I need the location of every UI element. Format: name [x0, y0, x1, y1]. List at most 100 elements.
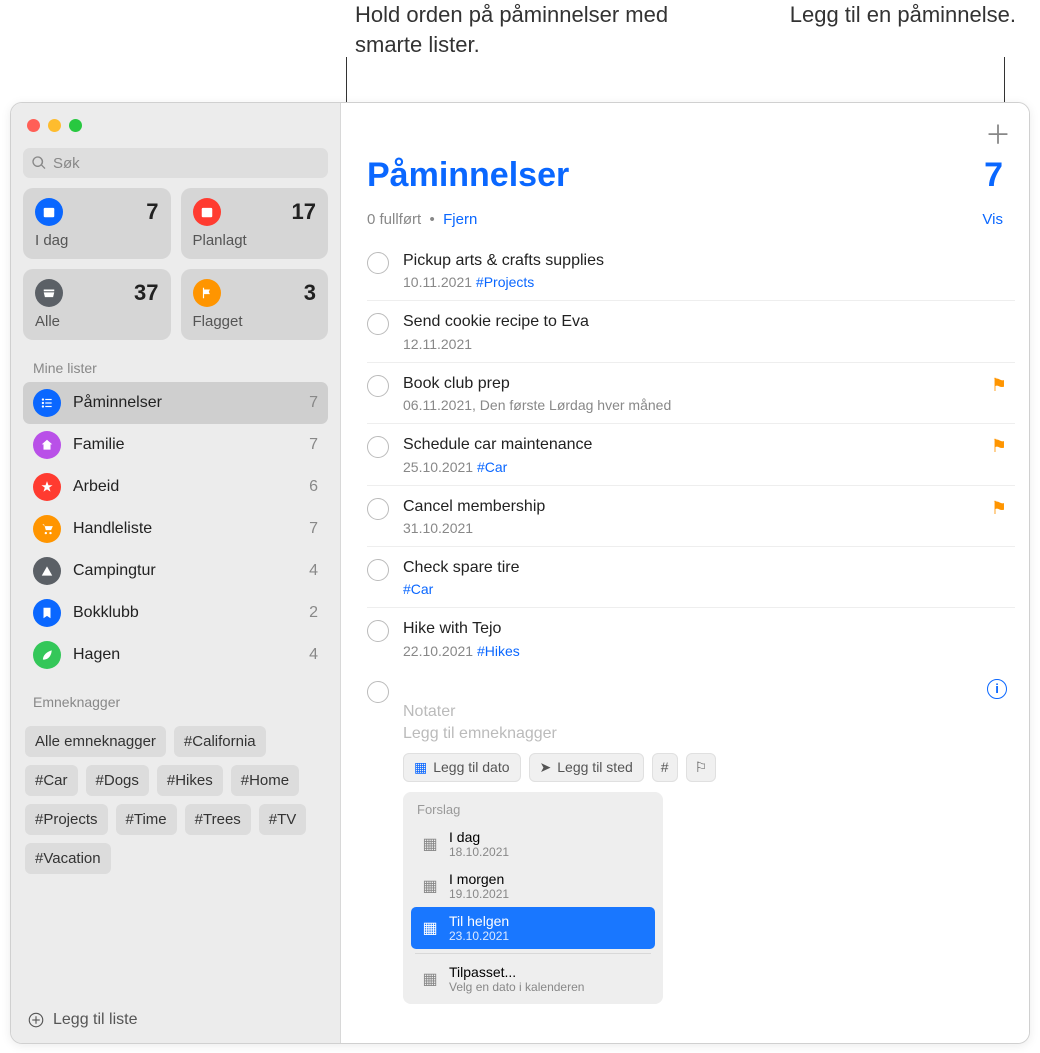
reminder-row[interactable]: Check spare tire #Car — [367, 547, 1015, 608]
list-name: Familie — [73, 436, 309, 454]
smart-card-count: 37 — [134, 280, 158, 306]
flag-outline-icon: ⚐ — [695, 759, 708, 776]
list-count: 7 — [984, 156, 1003, 195]
smart-lists-grid: 7 I dag 17 Planlagt 37 Alle 3 Flagget — [11, 188, 340, 354]
smart-card-flagged[interactable]: 3 Flagget — [181, 269, 329, 340]
zoom-window-button[interactable] — [69, 119, 82, 132]
completion-circle[interactable] — [367, 620, 389, 642]
list-count: 2 — [309, 604, 318, 622]
list-name: Påminnelser — [73, 394, 309, 412]
sidebar-list-item[interactable]: Hagen 4 — [23, 634, 328, 676]
completion-circle[interactable] — [367, 375, 389, 397]
reminder-title: Book club prep — [403, 373, 991, 395]
reminder-tag[interactable]: #Projects — [476, 274, 534, 290]
list-title: Påminnelser — [367, 156, 569, 195]
tag-chip[interactable]: #Car — [25, 765, 78, 796]
smart-card-label: Planlagt — [193, 232, 317, 249]
home-icon — [33, 431, 61, 459]
sidebar-list-item[interactable]: Campingtur 4 — [23, 550, 328, 592]
tags-placeholder[interactable]: Legg til emneknagger — [403, 725, 1015, 743]
suggestion-title: Til helgen — [449, 913, 509, 929]
reminder-date: 12.11.2021 — [403, 336, 472, 352]
reminder-title: Schedule car maintenance — [403, 434, 991, 456]
suggestions-header: Forslag — [407, 800, 659, 823]
completion-circle[interactable] — [367, 436, 389, 458]
tag-chip[interactable]: #Home — [231, 765, 299, 796]
search-input[interactable]: Søk — [23, 148, 328, 178]
flagged-icon — [193, 279, 221, 307]
tag-chip[interactable]: #Dogs — [86, 765, 149, 796]
sidebar-list-item[interactable]: Arbeid 6 — [23, 466, 328, 508]
suggestion-item[interactable]: ▦ I morgen 19.10.2021 — [411, 865, 655, 907]
tag-chip[interactable]: #TV — [259, 804, 307, 835]
tag-chip[interactable]: #Time — [116, 804, 177, 835]
cart-icon — [33, 515, 61, 543]
divider — [415, 953, 651, 954]
my-lists-header: Mine lister — [11, 354, 340, 382]
app-window: Søk 7 I dag 17 Planlagt 37 Alle 3 Flagge… — [10, 102, 1030, 1044]
close-window-button[interactable] — [27, 119, 40, 132]
reminder-row[interactable]: Send cookie recipe to Eva 12.11.2021 — [367, 301, 1015, 362]
tags-header: Emneknagger — [11, 688, 340, 716]
reminder-tag[interactable]: #Hikes — [477, 643, 520, 659]
suggestion-title: Tilpasset... — [449, 964, 584, 980]
reminder-tag[interactable]: #Car — [403, 581, 433, 597]
smart-card-count: 7 — [146, 199, 158, 225]
completed-count: 0 fullført — [367, 211, 421, 228]
quick-actions: ▦ Legg til dato ➤ Legg til sted # ⚐ — [403, 753, 1015, 782]
completion-circle[interactable] — [367, 559, 389, 581]
smart-card-today[interactable]: 7 I dag — [23, 188, 171, 259]
add-tag-button[interactable]: # — [652, 753, 678, 782]
location-icon: ➤ — [540, 759, 552, 776]
add-date-button[interactable]: ▦ Legg til dato — [403, 753, 521, 782]
tag-chip[interactable]: #Vacation — [25, 843, 111, 874]
suggestion-subtitle: 18.10.2021 — [449, 845, 509, 859]
suggestion-title: I morgen — [449, 871, 509, 887]
list-name: Arbeid — [73, 478, 309, 496]
smart-card-scheduled[interactable]: 17 Planlagt — [181, 188, 329, 259]
reminder-row[interactable]: Schedule car maintenance 25.10.2021 #Car… — [367, 424, 1015, 485]
add-flag-button[interactable]: ⚐ — [686, 753, 717, 782]
smart-card-label: Alle — [35, 313, 159, 330]
add-list-button[interactable]: Legg til liste — [11, 997, 340, 1043]
my-lists: Påminnelser 7 Familie 7 Arbeid 6 Handlel… — [11, 382, 340, 676]
add-location-button[interactable]: ➤ Legg til sted — [529, 753, 644, 782]
tag-chip[interactable]: #Hikes — [157, 765, 223, 796]
sidebar-list-item[interactable]: Familie 7 — [23, 424, 328, 466]
list-name: Bokklubb — [73, 604, 309, 622]
clear-completed-button[interactable]: Fjern — [443, 211, 477, 228]
completion-circle[interactable] — [367, 681, 389, 703]
sidebar-list-item[interactable]: Påminnelser 7 — [23, 382, 328, 424]
tag-chip[interactable]: #Trees — [185, 804, 251, 835]
add-reminder-button[interactable]: ＋ — [985, 115, 1011, 152]
list-count: 7 — [309, 436, 318, 454]
reminder-row[interactable]: Cancel membership 31.10.2021 ⚑ — [367, 486, 1015, 547]
today-icon — [35, 198, 63, 226]
show-completed-button[interactable]: Vis — [982, 211, 1003, 228]
search-placeholder: Søk — [53, 155, 80, 172]
completion-circle[interactable] — [367, 313, 389, 335]
tag-all[interactable]: Alle emneknagger — [25, 726, 166, 757]
reminder-row[interactable]: Hike with Tejo 22.10.2021 #Hikes — [367, 608, 1015, 668]
reminder-row[interactable]: Book club prep 06.11.2021, Den første Lø… — [367, 363, 1015, 424]
suggestion-item[interactable]: ▦ Til helgen 23.10.2021 — [411, 907, 655, 949]
tag-chip[interactable]: #California — [174, 726, 266, 757]
list-count: 7 — [309, 394, 318, 412]
calendar-icon: ▦ — [421, 919, 439, 937]
tag-chip[interactable]: #Projects — [25, 804, 108, 835]
notes-placeholder[interactable]: Notater — [403, 703, 1015, 721]
reminder-tag[interactable]: #Car — [477, 459, 507, 475]
sidebar-list-item[interactable]: Handleliste 7 — [23, 508, 328, 550]
smart-card-all[interactable]: 37 Alle — [23, 269, 171, 340]
sidebar-list-item[interactable]: Bokklubb 2 — [23, 592, 328, 634]
suggestion-subtitle: 19.10.2021 — [449, 887, 509, 901]
completion-circle[interactable] — [367, 498, 389, 520]
reminder-row[interactable]: Pickup arts & crafts supplies 10.11.2021… — [367, 240, 1015, 301]
reminder-title: Pickup arts & crafts supplies — [403, 250, 1015, 272]
new-reminder-row[interactable]: i Notater Legg til emneknagger ▦ Legg ti… — [341, 669, 1029, 1004]
completion-circle[interactable] — [367, 252, 389, 274]
suggestion-item[interactable]: ▦ I dag 18.10.2021 — [411, 823, 655, 865]
suggestion-custom[interactable]: ▦ Tilpasset... Velg en dato i kalenderen — [411, 958, 655, 1000]
info-icon[interactable]: i — [987, 679, 1007, 699]
minimize-window-button[interactable] — [48, 119, 61, 132]
